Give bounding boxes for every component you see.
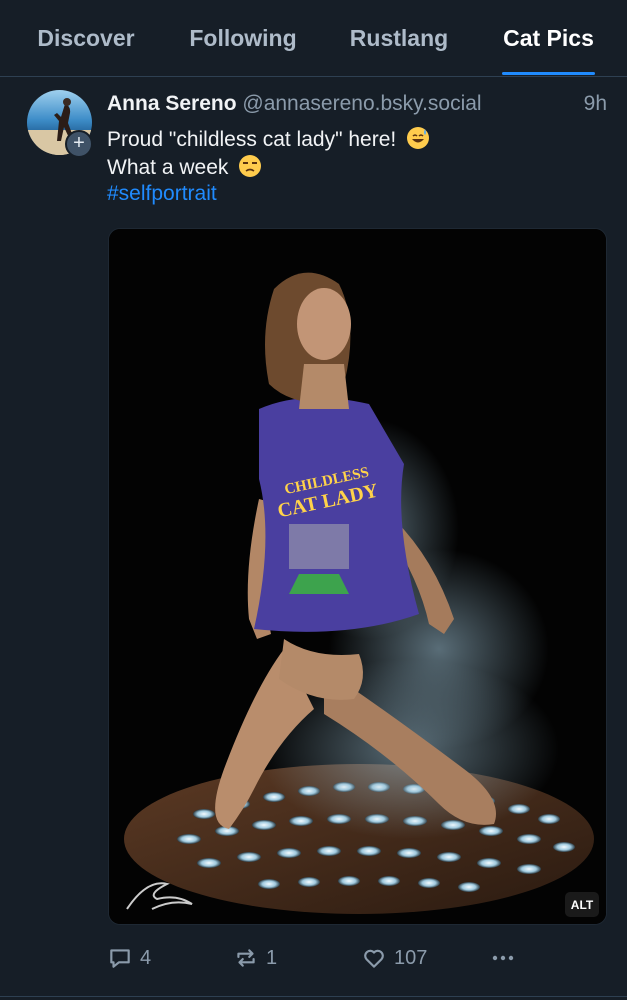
post-timestamp[interactable]: 9h [584, 92, 607, 116]
reply-button[interactable]: 4 [107, 940, 151, 976]
sweat-smile-emoji-icon [407, 127, 430, 149]
active-tab-indicator [502, 72, 595, 75]
self-portrait-photo: CHILDLESS CAT LADY [109, 229, 606, 924]
post-text-line-1: Proud "childless cat lady" here! [107, 126, 430, 152]
tab-cat-pics[interactable]: Cat Pics [502, 0, 595, 77]
post-actions: 4 1 107 [0, 940, 627, 980]
tab-following[interactable]: Following [189, 0, 297, 77]
post-text-2: What a week [107, 156, 229, 179]
post-image[interactable]: CHILDLESS CAT LADY ALT [108, 228, 607, 925]
post-header: Anna Sereno @annasereno.bsky.social 9h [107, 92, 607, 120]
unamused-emoji-icon [239, 155, 262, 177]
author-display-name[interactable]: Anna Sereno [107, 92, 237, 115]
author-handle[interactable]: @annasereno.bsky.social [242, 92, 481, 115]
like-button[interactable]: 107 [361, 940, 427, 976]
repost-count: 1 [266, 946, 278, 969]
follow-plus-icon[interactable]: + [65, 130, 93, 158]
more-options-button[interactable] [488, 940, 525, 976]
tab-discover[interactable]: Discover [36, 0, 136, 77]
reply-icon [110, 949, 130, 968]
reply-count: 4 [140, 946, 152, 969]
post-divider [0, 996, 627, 997]
heart-icon [364, 949, 384, 968]
hashtag-link[interactable]: #selfportrait [107, 182, 217, 206]
tab-rustlang[interactable]: Rustlang [349, 0, 449, 77]
like-count: 107 [394, 946, 428, 969]
feed-tab-bar: Discover Following Rustlang Cat Pics [0, 0, 627, 77]
post-text-line-2: What a week [107, 154, 262, 180]
repost-icon [237, 949, 255, 967]
repost-button[interactable]: 1 [233, 940, 277, 976]
post-text-1: Proud "childless cat lady" here! [107, 128, 397, 151]
more-icon [492, 955, 514, 961]
alt-text-badge[interactable]: ALT [565, 892, 599, 917]
feed-post[interactable]: + Anna Sereno @annasereno.bsky.social 9h… [0, 78, 627, 998]
